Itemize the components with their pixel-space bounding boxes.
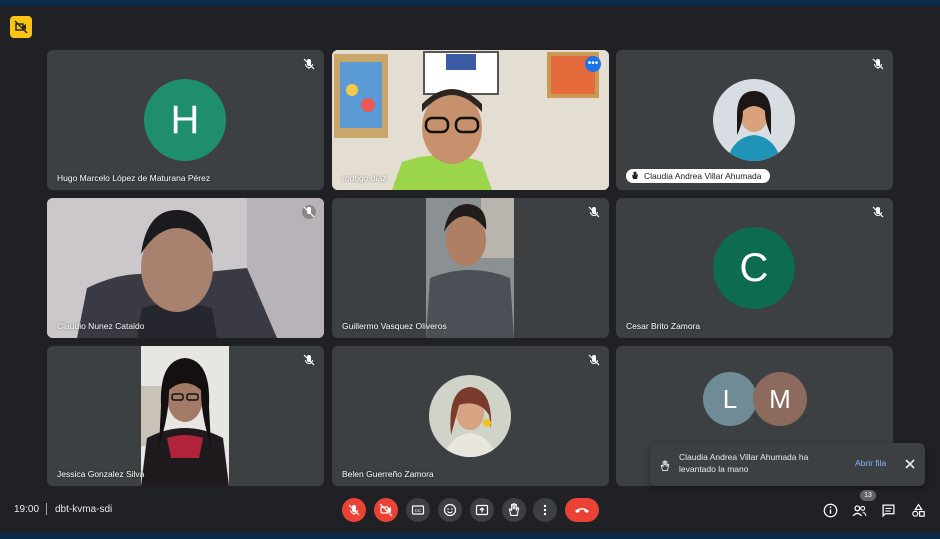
participant-tile[interactable]: Claudio Nunez Cataldo — [47, 198, 324, 338]
hand-icon — [631, 171, 639, 182]
more-options-icon[interactable] — [533, 498, 557, 522]
captions-icon[interactable]: CC — [406, 498, 430, 522]
avatar: M — [753, 372, 807, 426]
participant-name-hand-raised: Claudia Andrea Villar Ahumada — [626, 169, 770, 183]
more-vert-icon[interactable]: ••• — [585, 56, 601, 72]
svg-text:CC: CC — [415, 508, 422, 513]
meeting-code: dbt-kvma-sdi — [55, 504, 113, 515]
participant-tile[interactable]: H Hugo Marcelo López de Maturana Pérez — [47, 50, 324, 190]
participant-name: Jessica Gonzalez Silva — [57, 469, 145, 479]
avatar: C — [713, 227, 795, 309]
raise-hand-icon[interactable] — [502, 498, 526, 522]
camera-off-icon[interactable] — [374, 498, 398, 522]
mic-off-icon — [302, 353, 316, 367]
clock: 19:00 — [14, 504, 40, 515]
mic-off-icon — [871, 57, 885, 71]
participant-video — [141, 346, 229, 486]
people-icon[interactable] — [851, 502, 867, 518]
participant-name: Guillermo Vasquez Oliveros — [342, 321, 447, 331]
participant-name: rodrigo diaz — [342, 173, 387, 183]
mic-off-icon — [302, 57, 316, 71]
mic-off-icon — [871, 205, 885, 219]
participant-video — [47, 198, 324, 338]
participant-photo — [429, 375, 511, 457]
emoji-icon[interactable] — [438, 498, 462, 522]
participant-video — [426, 198, 514, 338]
participant-name: Belen Guerreño Zamora — [342, 469, 434, 479]
bottom-strip — [0, 533, 940, 539]
participant-name: Hugo Marcelo López de Maturana Pérez — [57, 173, 211, 183]
participant-name: Claudio Nunez Cataldo — [57, 321, 145, 331]
open-queue-button[interactable]: Abrir fila — [855, 458, 886, 468]
participant-video — [332, 50, 609, 190]
close-icon[interactable] — [904, 457, 916, 469]
avatar: H — [144, 79, 226, 161]
present-icon[interactable] — [470, 498, 494, 522]
participant-tile[interactable]: Jessica Gonzalez Silva — [47, 346, 324, 486]
mic-off-icon — [587, 205, 601, 219]
mic-off-icon — [587, 353, 601, 367]
participant-tile[interactable]: C Cesar Brito Zamora — [616, 198, 893, 338]
avatar: L — [703, 372, 757, 426]
chat-icon[interactable] — [880, 502, 896, 518]
notification-message: Claudia Andrea Villar Ahumada ha levanta… — [679, 452, 809, 474]
divider — [46, 503, 47, 515]
mic-off-icon[interactable] — [342, 498, 366, 522]
mic-off-icon — [302, 205, 316, 219]
video-off-icon[interactable] — [10, 16, 32, 38]
info-icon[interactable] — [822, 502, 838, 518]
top-strip — [0, 0, 940, 6]
participant-tile[interactable]: Claudia Andrea Villar Ahumada — [616, 50, 893, 190]
hand-icon — [660, 459, 670, 477]
participant-tile[interactable]: Belen Guerreño Zamora — [332, 346, 609, 486]
participant-name: Cesar Brito Zamora — [626, 321, 701, 331]
participant-tile[interactable]: Guillermo Vasquez Oliveros — [332, 198, 609, 338]
activities-icon[interactable] — [910, 502, 926, 518]
participant-tile-active[interactable]: ••• rodrigo diaz — [332, 50, 609, 190]
people-count-badge: 13 — [860, 490, 876, 501]
end-call-icon[interactable] — [565, 498, 599, 522]
hand-raised-notification: Claudia Andrea Villar Ahumada ha levanta… — [650, 443, 925, 486]
participant-photo — [713, 79, 795, 161]
